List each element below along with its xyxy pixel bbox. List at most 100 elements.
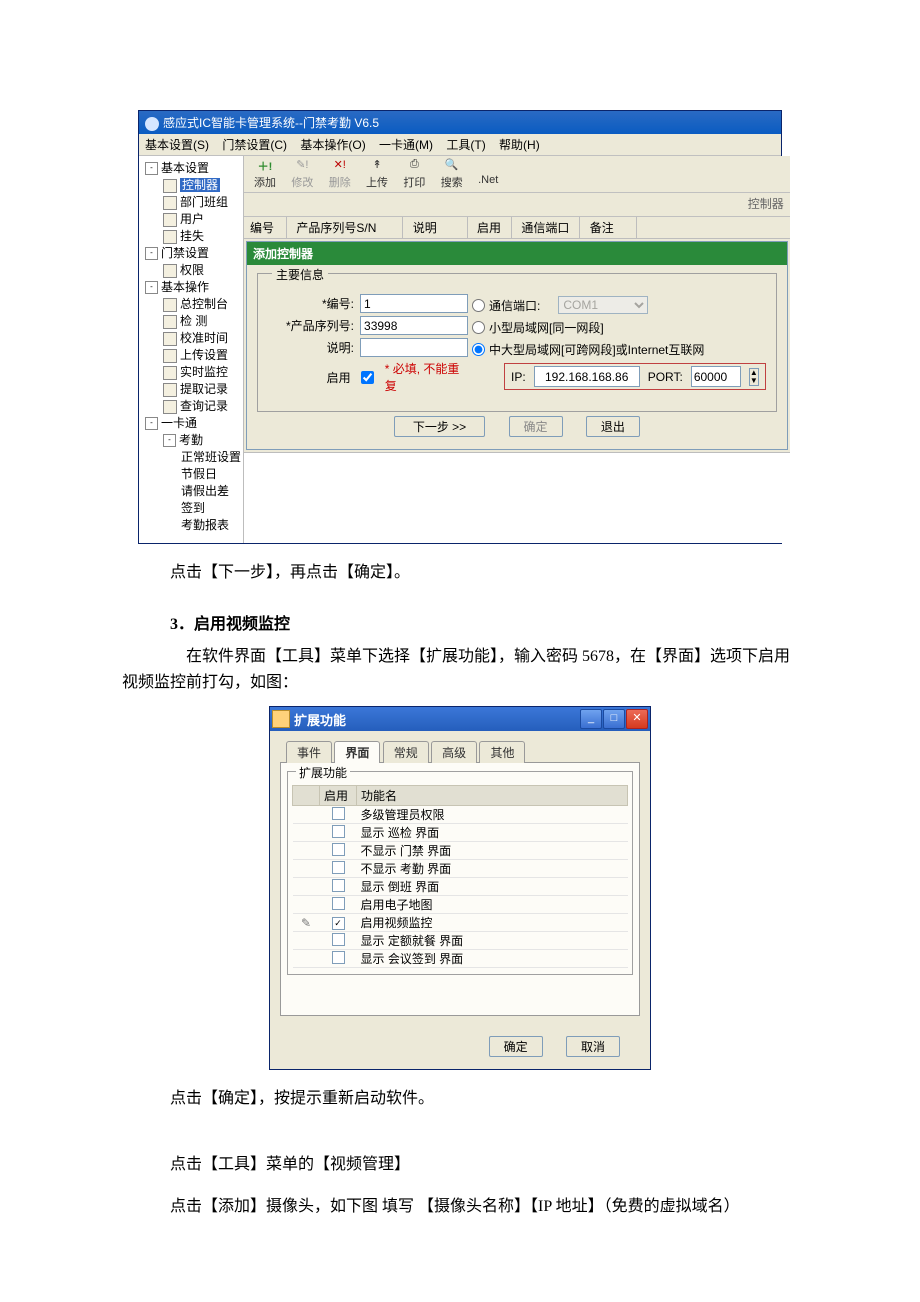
tree-item-console[interactable]: 总控制台 bbox=[180, 297, 228, 311]
tree-item-check[interactable]: 检 测 bbox=[180, 314, 207, 328]
tree-item-user[interactable]: 用户 bbox=[180, 212, 204, 226]
feature-name: 显示 倒班 界面 bbox=[357, 878, 628, 896]
heading-3: 3．启用视频监控 bbox=[138, 612, 782, 638]
feature-row: 显示 巡检 界面 bbox=[293, 824, 628, 842]
perm-icon bbox=[163, 264, 177, 278]
toolbar: ＋!添加 ✎!修改 ✕!删除 ↟上传 ⎙打印 🔍搜索 .Net bbox=[244, 156, 790, 193]
exit-button[interactable]: 退出 bbox=[586, 416, 640, 437]
radio-wan[interactable] bbox=[472, 343, 485, 356]
tree-group-basic[interactable]: 基本设置 bbox=[161, 161, 209, 175]
menu-basic-setting[interactable]: 基本设置(S) bbox=[145, 138, 209, 152]
minimize-button[interactable]: _ bbox=[580, 709, 602, 729]
tree-toggle[interactable]: - bbox=[145, 162, 158, 175]
input-no[interactable] bbox=[360, 294, 468, 313]
add-controller-dialog: 添加控制器 主要信息 *编号: *产品序列号: 说明: 启用* 必填, 不能重复 bbox=[246, 241, 788, 450]
tree-item-monitor[interactable]: 实时监控 bbox=[180, 365, 228, 379]
feature-checkbox[interactable] bbox=[332, 879, 345, 892]
tree-item-dept[interactable]: 部门班组 bbox=[180, 195, 228, 209]
feature-name: 多级管理员权限 bbox=[357, 806, 628, 824]
input-port[interactable] bbox=[691, 366, 741, 387]
grid-col-enable[interactable]: 启用 bbox=[471, 217, 512, 238]
tool-add[interactable]: ＋!添加 bbox=[250, 158, 280, 190]
tab-general[interactable]: 常规 bbox=[383, 741, 429, 763]
tree-item-upload[interactable]: 上传设置 bbox=[180, 348, 228, 362]
menu-yikatong[interactable]: 一卡通(M) bbox=[379, 138, 433, 152]
tree-toggle[interactable]: - bbox=[145, 247, 158, 260]
tree-group-attendance[interactable]: 考勤 bbox=[179, 433, 203, 447]
grid-col-desc[interactable]: 说明 bbox=[407, 217, 468, 238]
tab-event[interactable]: 事件 bbox=[286, 741, 332, 763]
tool-upload[interactable]: ↟上传 bbox=[362, 158, 392, 190]
app-icon bbox=[145, 117, 159, 131]
tool-del[interactable]: ✕!删除 bbox=[325, 158, 355, 190]
grid-empty bbox=[244, 452, 790, 543]
tree-item-lost[interactable]: 挂失 bbox=[180, 229, 204, 243]
para-5: 点击【添加】摄像头，如下图 填写 【摄像头名称】【IP 地址】（免费的虚拟域名） bbox=[138, 1194, 782, 1220]
tree-group-yikatong[interactable]: 一卡通 bbox=[161, 416, 197, 430]
tree-toggle[interactable]: - bbox=[163, 434, 176, 447]
ok-button[interactable]: 确定 bbox=[509, 416, 563, 437]
radio-com[interactable] bbox=[472, 299, 485, 312]
para-3: 点击【确定】，按提示重新启动软件。 bbox=[138, 1086, 782, 1112]
ip-port-box: IP: PORT: ▲▼ bbox=[504, 363, 766, 390]
feature-checkbox[interactable] bbox=[332, 933, 345, 946]
tree-group-door[interactable]: 门禁设置 bbox=[161, 246, 209, 260]
tab-advanced[interactable]: 高级 bbox=[431, 741, 477, 763]
tree-item-report[interactable]: 考勤报表 bbox=[181, 518, 229, 532]
grid-col-no[interactable]: 编号 bbox=[244, 217, 287, 238]
label-sn: *产品序列号: bbox=[268, 317, 354, 334]
tool-net[interactable]: .Net bbox=[474, 158, 502, 186]
label-enable: 启用 bbox=[268, 369, 351, 386]
tab-ui[interactable]: 界面 bbox=[334, 741, 380, 763]
input-desc[interactable] bbox=[360, 338, 468, 357]
feature-checkbox[interactable] bbox=[332, 825, 345, 838]
menu-help[interactable]: 帮助(H) bbox=[499, 138, 540, 152]
tree-group-op[interactable]: 基本操作 bbox=[161, 280, 209, 294]
user-icon bbox=[163, 213, 177, 227]
feature-name: 启用电子地图 bbox=[357, 896, 628, 914]
menu-tools[interactable]: 工具(T) bbox=[446, 138, 485, 152]
tree-toggle[interactable]: - bbox=[145, 417, 158, 430]
maximize-button[interactable]: □ bbox=[603, 709, 625, 729]
tree-item-signin[interactable]: 签到 bbox=[181, 501, 205, 515]
tree-item-fetch[interactable]: 提取记录 bbox=[180, 382, 228, 396]
edit-icon bbox=[293, 806, 320, 824]
feature-checkbox[interactable] bbox=[332, 897, 345, 910]
grid-col-sn[interactable]: 产品序列号S/N bbox=[290, 217, 403, 238]
input-ip[interactable] bbox=[534, 366, 640, 387]
tree-item-time[interactable]: 校准时间 bbox=[180, 331, 228, 345]
tool-search[interactable]: 🔍搜索 bbox=[437, 158, 467, 190]
edit-icon bbox=[293, 932, 320, 950]
tree-item-perm[interactable]: 权限 bbox=[180, 263, 204, 277]
feature-checkbox[interactable] bbox=[332, 843, 345, 856]
tree-item-shift[interactable]: 正常班设置 bbox=[181, 450, 241, 464]
tree-item-leave[interactable]: 请假出差 bbox=[181, 484, 229, 498]
radio-lan[interactable] bbox=[472, 321, 485, 334]
tree-item-query[interactable]: 查询记录 bbox=[180, 399, 228, 413]
feature-checkbox[interactable] bbox=[332, 951, 345, 964]
fetch-icon bbox=[163, 383, 177, 397]
tabs: 事件 界面 常规 高级 其他 bbox=[286, 741, 640, 763]
tool-edit[interactable]: ✎!修改 bbox=[287, 158, 317, 190]
tree-item-holiday[interactable]: 节假日 bbox=[181, 467, 217, 481]
tree-toggle[interactable]: - bbox=[145, 281, 158, 294]
tab-other[interactable]: 其他 bbox=[479, 741, 525, 763]
select-com[interactable]: COM1 bbox=[558, 296, 648, 314]
input-sn[interactable] bbox=[360, 316, 468, 335]
cancel-button[interactable]: 取消 bbox=[566, 1036, 620, 1057]
menu-basic-op[interactable]: 基本操作(O) bbox=[300, 138, 365, 152]
grid-col-port[interactable]: 通信端口 bbox=[515, 217, 580, 238]
tree-item-controller[interactable]: 控制器 bbox=[180, 178, 220, 192]
console-icon bbox=[163, 298, 177, 312]
grid-col-remark[interactable]: 备注 bbox=[584, 217, 637, 238]
feature-checkbox[interactable]: ✓ bbox=[332, 917, 345, 930]
ok-button[interactable]: 确定 bbox=[489, 1036, 543, 1057]
feature-checkbox[interactable] bbox=[332, 807, 345, 820]
menu-door-setting[interactable]: 门禁设置(C) bbox=[222, 138, 287, 152]
close-button[interactable]: ✕ bbox=[626, 709, 648, 729]
feature-checkbox[interactable] bbox=[332, 861, 345, 874]
next-button[interactable]: 下一步 >> bbox=[394, 416, 485, 437]
tool-print[interactable]: ⎙打印 bbox=[399, 158, 429, 190]
checkbox-enable[interactable] bbox=[361, 371, 374, 384]
spinner-icon[interactable]: ▲▼ bbox=[749, 368, 759, 386]
